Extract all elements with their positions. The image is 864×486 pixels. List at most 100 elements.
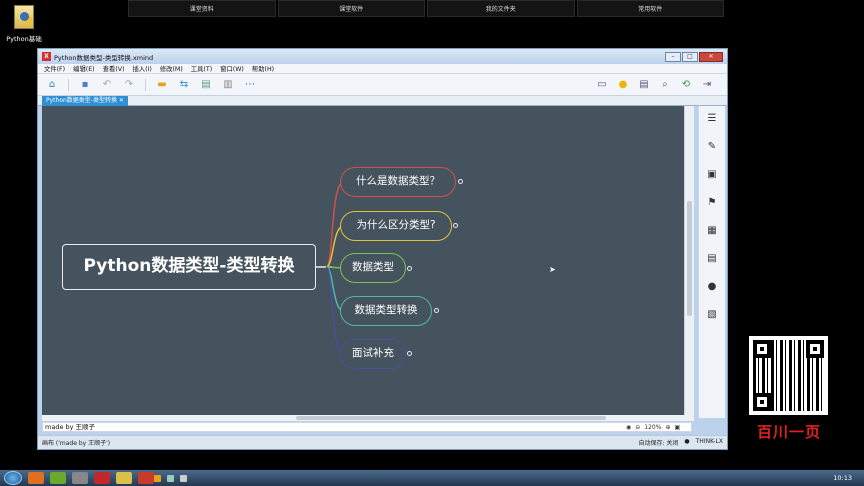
tab-close-icon[interactable]: ✕	[119, 97, 124, 104]
top-link-2[interactable]: 课堂软件	[277, 0, 425, 17]
topic-insert-icon[interactable]: ▬	[156, 79, 168, 91]
share-icon[interactable]: ⟲	[680, 79, 692, 91]
tab-label: Python数据类型-类型转换	[46, 97, 117, 104]
minimize-button[interactable]: –	[665, 51, 681, 62]
zoom-value: 120%	[644, 424, 662, 431]
top-link-3[interactable]: 我的文件夹	[427, 0, 575, 17]
save-icon[interactable]: ▪	[79, 79, 91, 91]
menu-view[interactable]: 查看(V)	[103, 64, 125, 73]
central-topic[interactable]: Python数据类型-类型转换	[62, 244, 316, 290]
fit-icon[interactable]: ▣	[674, 424, 680, 431]
browser-icon[interactable]	[28, 472, 44, 484]
status-selection: 画布 ('made by 王顺子')	[42, 440, 111, 447]
menu-modify[interactable]: 修改(M)	[160, 64, 183, 73]
format-brush-icon[interactable]: ✎	[707, 141, 718, 152]
taskbar: 10:13	[0, 470, 864, 486]
topic-datatypes[interactable]: 数据类型	[340, 253, 406, 283]
notes-text: made by 王顺子	[45, 423, 96, 431]
relationship-icon[interactable]: ⇆	[178, 79, 190, 91]
status-bar: 画布 ('made by 王顺子') 自动保存: 关闭 ● THINK-LX	[38, 435, 727, 449]
start-button[interactable]	[4, 471, 22, 485]
horizontal-scrollbar[interactable]	[42, 415, 694, 421]
tray-icon[interactable]	[154, 474, 161, 482]
bulb-icon[interactable]: ●	[617, 79, 629, 91]
app-icon-yellow[interactable]	[116, 472, 132, 484]
editor-icon[interactable]	[50, 472, 66, 484]
zoom-bar: ◉ ⊖ 120% ⊕ ▣	[626, 423, 726, 432]
eye-icon[interactable]: ◉	[626, 424, 631, 431]
topic-interview[interactable]: 面试补充	[340, 339, 406, 369]
tool-icon[interactable]	[72, 472, 88, 484]
qr-code	[749, 336, 828, 415]
menu-file[interactable]: 文件(F)	[44, 64, 65, 73]
app-icon-red[interactable]	[138, 472, 154, 484]
topic-what-is-datatype[interactable]: 什么是数据类型？	[340, 167, 456, 197]
comments-icon[interactable]: ●	[707, 281, 718, 292]
collapse-knob[interactable]	[434, 308, 439, 313]
collapse-knob[interactable]	[453, 223, 458, 228]
scroll-thumb[interactable]	[296, 416, 606, 420]
app-icon: X	[42, 52, 51, 61]
scroll-thumb[interactable]	[687, 201, 692, 316]
layout-icon[interactable]: ▤	[638, 79, 650, 91]
undo-icon[interactable]: ↶	[101, 79, 113, 91]
folder-icon	[14, 5, 34, 29]
marker-flag-icon[interactable]: ⚑	[707, 197, 718, 208]
notes-icon[interactable]: ▤	[707, 253, 718, 264]
top-link-bar: 课堂资料 课堂软件 我的文件夹 常用软件	[128, 0, 724, 17]
redo-icon[interactable]: ↷	[123, 79, 135, 91]
menu-tools[interactable]: 工具(T)	[191, 64, 212, 73]
title-bar[interactable]: X Python数据类型-类型转换.xmind – □ ✕	[38, 49, 727, 64]
zoom-in-button[interactable]: ⊕	[665, 424, 670, 431]
collapse-knob[interactable]	[407, 266, 412, 271]
autosave-status[interactable]: 自动保存: 关闭	[638, 438, 678, 447]
style-icon[interactable]: ▦	[707, 225, 718, 236]
toolbar-separator	[68, 78, 69, 91]
system-tray	[154, 474, 187, 482]
close-button[interactable]: ✕	[699, 51, 723, 62]
topic-why-distinguish[interactable]: 为什么区分类型?	[340, 211, 452, 241]
collapse-knob[interactable]	[407, 351, 412, 356]
xmind-taskbar-icon[interactable]	[94, 472, 110, 484]
menu-edit[interactable]: 编辑(E)	[73, 64, 95, 73]
xmind-window: X Python数据类型-类型转换.xmind – □ ✕ 文件(F) 编辑(E…	[37, 48, 728, 450]
menu-insert[interactable]: 插入(I)	[132, 64, 151, 73]
desktop-shortcut-label: Python基础	[6, 35, 42, 43]
desktop-shortcut[interactable]: Python基础	[4, 5, 44, 43]
menu-help[interactable]: 帮助(H)	[252, 64, 274, 73]
image-panel-icon[interactable]: ▣	[707, 169, 718, 180]
search-icon[interactable]: ⌕	[659, 79, 671, 91]
image-icon[interactable]: ▤	[200, 79, 212, 91]
user-name: THINK-LX	[695, 438, 723, 445]
network-icon[interactable]	[167, 474, 174, 482]
collapse-knob[interactable]	[458, 179, 463, 184]
topic-type-conversion[interactable]: 数据类型转换	[340, 296, 432, 326]
user-icon: ●	[684, 438, 690, 445]
top-link-4[interactable]: 常用软件	[576, 0, 724, 17]
note-icon[interactable]: ▥	[222, 79, 234, 91]
right-sidebar: ☰ ✎ ▣ ⚑ ▦ ▤ ● ▧	[698, 106, 725, 418]
presentation-icon[interactable]: ▭	[596, 79, 608, 91]
task-icon[interactable]: ▧	[707, 309, 718, 320]
menu-window[interactable]: 窗口(W)	[220, 64, 244, 73]
tab-document[interactable]: Python数据类型-类型转换 ✕	[42, 96, 128, 106]
toolbar-separator	[145, 78, 146, 91]
zoom-out-button[interactable]: ⊖	[635, 424, 640, 431]
more-icon[interactable]: ⋯	[244, 79, 256, 91]
vertical-scrollbar[interactable]	[684, 106, 694, 415]
menu-bar: 文件(F) 编辑(E) 查看(V) 插入(I) 修改(M) 工具(T) 窗口(W…	[38, 64, 727, 74]
clock: 10:13	[833, 474, 852, 482]
outline-icon[interactable]: ☰	[707, 113, 718, 124]
home-icon[interactable]: ⌂	[46, 79, 58, 91]
tab-strip: Python数据类型-类型转换 ✕	[38, 96, 727, 106]
mindmap-canvas[interactable]: Python数据类型-类型转换 什么是数据类型？ 为什么区分类型? 数据类型 数…	[42, 106, 694, 415]
mouse-cursor: ➤	[549, 265, 556, 274]
maximize-button[interactable]: □	[682, 51, 698, 62]
brand-logo: 百川一页	[756, 423, 821, 441]
notes-field[interactable]: made by 王顺子	[42, 422, 692, 432]
export-icon[interactable]: ⇥	[701, 79, 713, 91]
top-link-1[interactable]: 课堂资料	[128, 0, 276, 17]
window-title: Python数据类型-类型转换.xmind	[54, 53, 154, 62]
toolbar: ⌂ ▪ ↶ ↷ ▬ ⇆ ▤ ▥ ⋯ ▭ ● ▤ ⌕ ⟲ ⇥	[38, 74, 727, 96]
volume-icon[interactable]	[180, 474, 187, 482]
